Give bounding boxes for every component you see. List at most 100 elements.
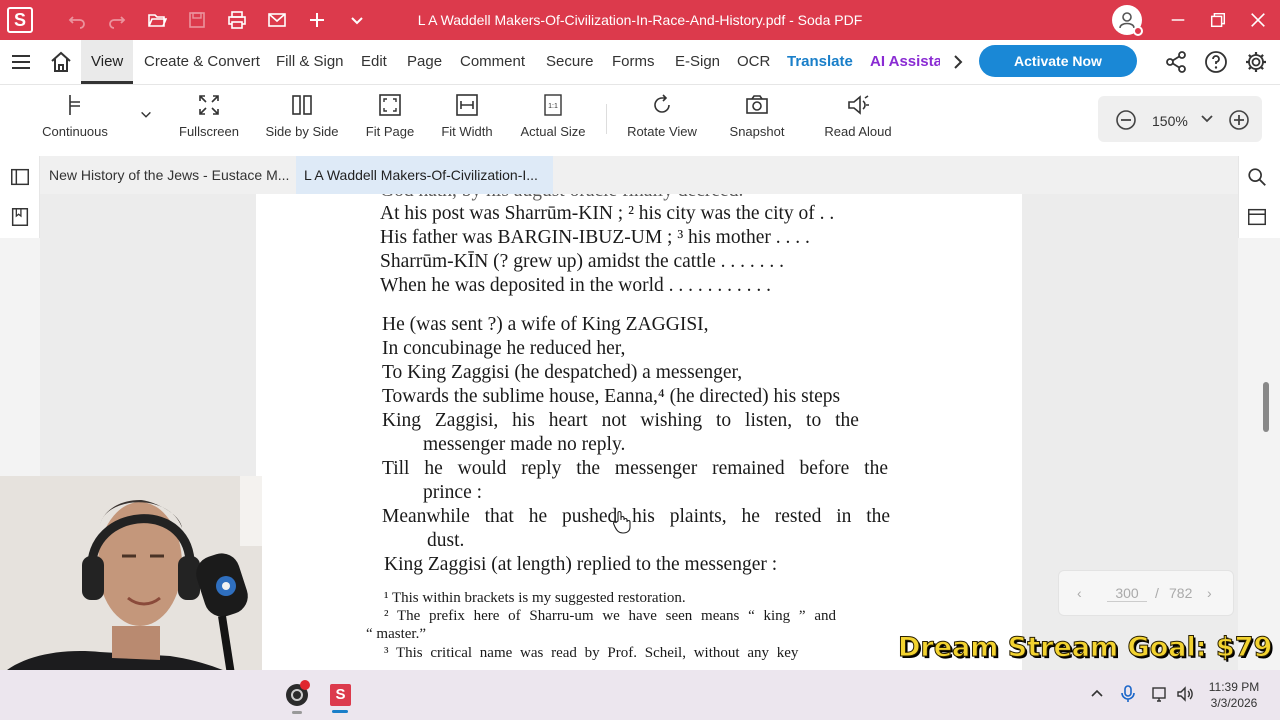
menu-fill-sign[interactable]: Fill & Sign xyxy=(276,53,344,70)
next-page-icon[interactable]: › xyxy=(1207,585,1212,601)
notification-dot xyxy=(1133,26,1143,36)
menu-forms[interactable]: Forms xyxy=(612,53,655,70)
doc-line: King Zaggisi (at length) replied to the … xyxy=(384,554,778,575)
current-page-input[interactable]: 300 xyxy=(1107,585,1147,602)
continuous-dropdown[interactable] xyxy=(138,108,154,125)
menu-ai-assistant[interactable]: AI Assista xyxy=(870,53,940,70)
speaker-icon xyxy=(848,95,869,115)
toolbar-divider xyxy=(606,104,607,134)
menu-comment[interactable]: Comment xyxy=(460,53,525,70)
doc-line: When he was deposited in the world . . .… xyxy=(380,275,772,296)
activate-now-button[interactable]: Activate Now xyxy=(979,45,1137,77)
zoom-dropdown-icon[interactable] xyxy=(1198,110,1216,128)
vertical-scrollbar-thumb[interactable] xyxy=(1263,382,1269,432)
minimize-icon[interactable] xyxy=(1158,0,1198,40)
quick-access-toolbar xyxy=(57,0,377,40)
settings-gear-icon[interactable] xyxy=(1244,50,1268,74)
doc-line: In concubinage he reduced her, xyxy=(382,338,626,359)
soda-pdf-logo[interactable]: S xyxy=(7,7,33,33)
fullscreen-icon xyxy=(199,95,219,115)
stream-goal-banner: Dream Stream Goal: $79 xyxy=(897,632,1273,664)
footnote: ³ This critical name was read by Prof. S… xyxy=(384,645,799,661)
chevron-down-icon[interactable] xyxy=(337,0,377,40)
fit-width-icon xyxy=(456,94,478,116)
read-aloud-label: Read Aloud xyxy=(824,124,892,139)
doc-line: At his post was Sharrūm-KIN ; ² his city… xyxy=(380,203,835,224)
thumbnails-panel-icon[interactable] xyxy=(9,166,33,190)
actual-size-icon: 1:1 xyxy=(544,94,562,116)
taskbar-app-obs-icon[interactable] xyxy=(286,680,310,706)
snapshot-button[interactable]: Snapshot xyxy=(724,92,790,139)
panel-toggle-icon[interactable] xyxy=(1246,206,1270,230)
restore-icon[interactable] xyxy=(1198,0,1238,40)
running-app-indicator xyxy=(292,711,302,714)
footnote: “ master.” xyxy=(366,626,426,642)
new-plus-icon[interactable] xyxy=(297,0,337,40)
side-by-side-button[interactable]: Side by Side xyxy=(262,92,342,139)
read-aloud-button[interactable]: Read Aloud xyxy=(820,92,896,139)
system-clock[interactable]: 11:39 PM 3/3/2026 xyxy=(1198,679,1270,711)
tray-expand-icon[interactable] xyxy=(1089,686,1105,702)
menu-secure[interactable]: Secure xyxy=(546,53,594,70)
menu-edit[interactable]: Edit xyxy=(361,53,387,70)
os-taskbar xyxy=(0,670,1280,720)
home-icon[interactable] xyxy=(49,50,73,74)
search-icon[interactable] xyxy=(1246,166,1270,190)
volume-icon[interactable] xyxy=(1176,685,1194,703)
fit-page-button[interactable]: Fit Page xyxy=(360,92,420,139)
doc-line: messenger made no reply. xyxy=(423,434,626,455)
page-separator: / xyxy=(1155,585,1159,601)
menu-page[interactable]: Page xyxy=(407,53,442,70)
email-icon[interactable] xyxy=(257,0,297,40)
prev-page-icon[interactable]: ‹ xyxy=(1077,585,1082,601)
menu-create-convert[interactable]: Create & Convert xyxy=(144,53,260,70)
actual-size-label: Actual Size xyxy=(520,124,586,139)
tab-waddell-makers[interactable]: L A Waddell Makers-Of-Civilization-I... xyxy=(296,156,553,194)
taskbar-soda-pdf-icon[interactable]: S xyxy=(330,684,351,706)
share-icon[interactable] xyxy=(1164,50,1188,74)
redo-icon[interactable] xyxy=(97,0,137,40)
hand-cursor-icon xyxy=(612,511,631,534)
side-by-side-label: Side by Side xyxy=(265,124,339,139)
cut-off-line: God hath, by his august oracle finally d… xyxy=(380,194,743,202)
bookmarks-panel-icon[interactable] xyxy=(9,206,33,230)
clock-date: 3/3/2026 xyxy=(1210,696,1258,710)
menu-translate[interactable]: Translate xyxy=(787,53,853,70)
clock-time: 11:39 PM xyxy=(1208,680,1260,694)
undo-icon[interactable] xyxy=(57,0,97,40)
help-icon[interactable] xyxy=(1204,50,1228,74)
menu-esign[interactable]: E-Sign xyxy=(675,53,720,70)
fit-page-label: Fit Page xyxy=(365,124,415,139)
zoom-out-icon[interactable] xyxy=(1114,108,1138,132)
zoom-value[interactable]: 150% xyxy=(1152,113,1188,129)
actual-size-button[interactable]: 1:1 Actual Size xyxy=(516,92,590,139)
fit-page-icon xyxy=(379,94,401,116)
doc-line: His father was BARGIN-IBUZ-UM ; ³ his mo… xyxy=(380,227,810,248)
rotate-view-button[interactable]: Rotate View xyxy=(622,92,702,139)
zoom-in-icon[interactable] xyxy=(1227,108,1251,132)
title-bar: S L A Waddell Makers-Of-Civilization-In-… xyxy=(0,0,1280,40)
fullscreen-button[interactable]: Fullscreen xyxy=(174,92,244,139)
doc-line: King Zaggisi, his heart not wishing to l… xyxy=(382,410,859,431)
rotate-icon xyxy=(654,94,670,113)
active-app-indicator xyxy=(332,710,348,713)
page-navigator: ‹ 300 / 782 › xyxy=(1058,570,1234,616)
doc-line: He (was sent ?) a wife of King ZAGGISI, xyxy=(382,314,709,335)
doc-line: Meanwhile that he pushed his plaints, he… xyxy=(382,506,891,527)
total-pages: 782 xyxy=(1169,585,1193,601)
hamburger-menu-icon[interactable] xyxy=(9,50,33,74)
close-icon[interactable] xyxy=(1238,0,1278,40)
tab-new-history-jews[interactable]: New History of the Jews - Eustace M... xyxy=(40,156,296,194)
menu-view[interactable]: View xyxy=(91,53,123,70)
footnote: ² The prefix here of Sharru-um we have s… xyxy=(384,608,836,624)
fit-width-button[interactable]: Fit Width xyxy=(436,92,498,139)
continuous-button[interactable]: Continuous xyxy=(38,92,112,139)
network-display-icon[interactable] xyxy=(1151,685,1169,703)
print-icon[interactable] xyxy=(217,0,257,40)
microphone-icon[interactable] xyxy=(1120,685,1136,703)
open-folder-icon[interactable] xyxy=(137,0,177,40)
menu-scroll-right-icon[interactable] xyxy=(950,52,966,72)
doc-line: To King Zaggisi (he despatched) a messen… xyxy=(382,362,743,383)
menu-ocr[interactable]: OCR xyxy=(737,53,770,70)
save-icon[interactable] xyxy=(177,0,217,40)
